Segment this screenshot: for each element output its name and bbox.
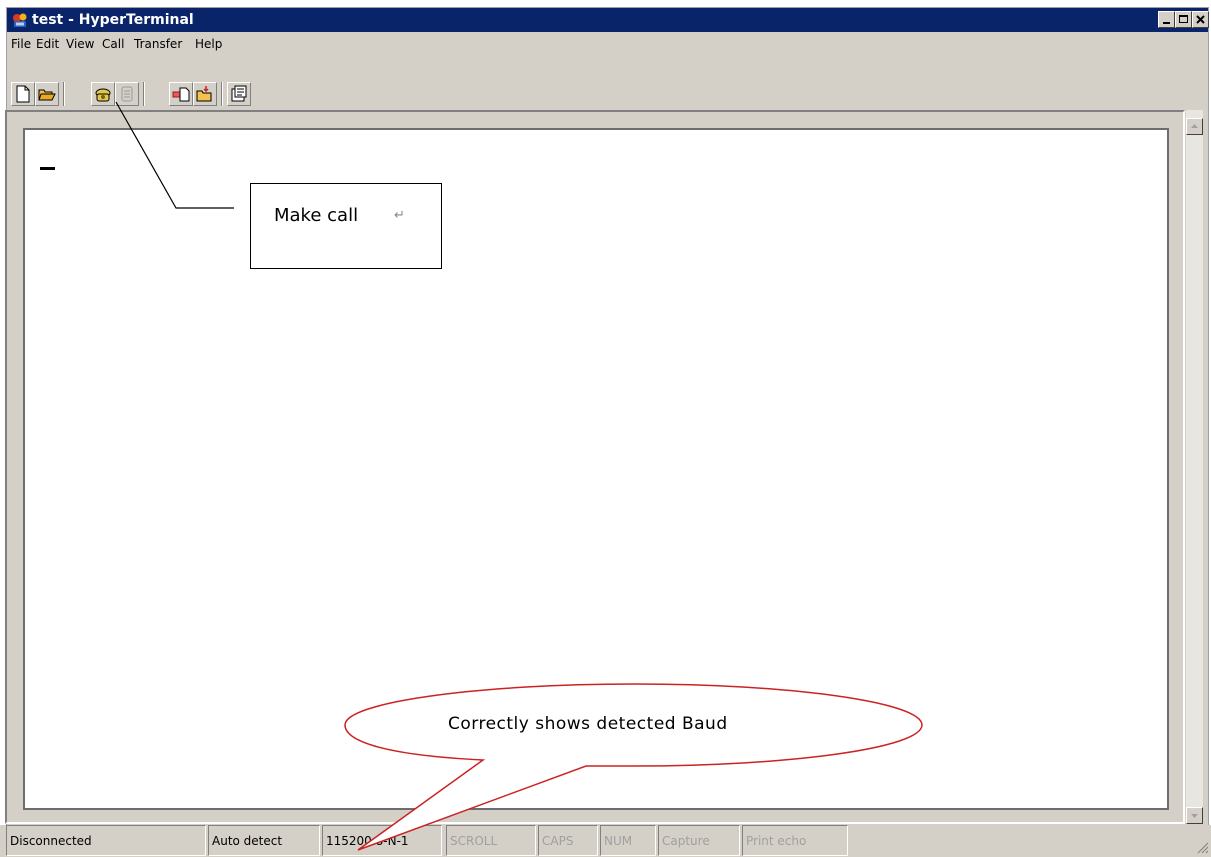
open-button[interactable]	[35, 82, 59, 106]
vertical-scrollbar[interactable]	[1186, 110, 1203, 824]
status-num: NUM	[600, 825, 656, 856]
toolbar	[7, 56, 1208, 116]
scroll-down-button[interactable]	[1186, 807, 1203, 824]
status-connection: Disconnected	[6, 825, 206, 856]
menu-edit[interactable]: Edit	[36, 37, 59, 51]
properties-icon	[231, 85, 247, 102]
folder-open-icon	[38, 89, 56, 101]
close-button[interactable]	[1192, 11, 1209, 28]
minimize-icon	[1163, 22, 1170, 24]
menu-view[interactable]: View	[66, 37, 94, 51]
status-capture: Capture	[658, 825, 740, 856]
properties-button[interactable]	[227, 82, 251, 106]
toolbar-separator	[63, 82, 65, 106]
terminal-area[interactable]	[23, 128, 1169, 810]
menu-call[interactable]: Call	[102, 37, 124, 51]
new-document-icon	[16, 85, 30, 103]
phone-icon	[95, 88, 111, 102]
send-file-icon	[172, 87, 190, 102]
title-bar[interactable]: test - HyperTerminal	[7, 8, 1209, 32]
resize-grip-icon[interactable]	[1196, 841, 1209, 854]
receive-file-icon	[196, 86, 212, 102]
status-detect: Auto detect	[208, 825, 320, 856]
close-icon	[1196, 15, 1205, 24]
arrow-up-icon	[1191, 124, 1198, 128]
send-button[interactable]	[169, 82, 193, 106]
toolbar-separator	[221, 82, 223, 106]
disconnect-button[interactable]	[115, 82, 139, 106]
baud-callout-text: Correctly shows detected Baud	[448, 714, 728, 734]
status-caps: CAPS	[538, 825, 598, 856]
scroll-up-button[interactable]	[1186, 118, 1203, 135]
maximize-button[interactable]	[1175, 11, 1192, 28]
call-button[interactable]	[91, 82, 115, 106]
receive-button[interactable]	[193, 82, 217, 106]
make-call-callout-text: Make call	[274, 205, 359, 226]
maximize-icon	[1179, 15, 1188, 23]
status-scroll: SCROLL	[446, 825, 536, 856]
menu-file[interactable]: File	[11, 37, 31, 51]
hang-up-icon	[121, 86, 133, 102]
menu-bar: File Edit View Call Transfer Help	[7, 32, 1208, 56]
window-title: test - HyperTerminal	[32, 12, 194, 28]
new-connection-button[interactable]	[11, 82, 35, 106]
status-print-echo: Print echo	[742, 825, 848, 856]
menu-help[interactable]: Help	[195, 37, 222, 51]
toolbar-separator	[143, 82, 145, 106]
terminal-cursor	[40, 167, 55, 170]
menu-transfer[interactable]: Transfer	[134, 37, 182, 51]
arrow-down-icon	[1191, 814, 1198, 818]
status-baud: 115200 8-N-1	[322, 825, 442, 856]
status-bar: Disconnected Auto detect 115200 8-N-1 SC…	[0, 825, 1211, 857]
return-mark: ↵	[394, 208, 405, 223]
hyperterminal-icon	[13, 13, 27, 27]
minimize-button[interactable]	[1158, 11, 1175, 28]
